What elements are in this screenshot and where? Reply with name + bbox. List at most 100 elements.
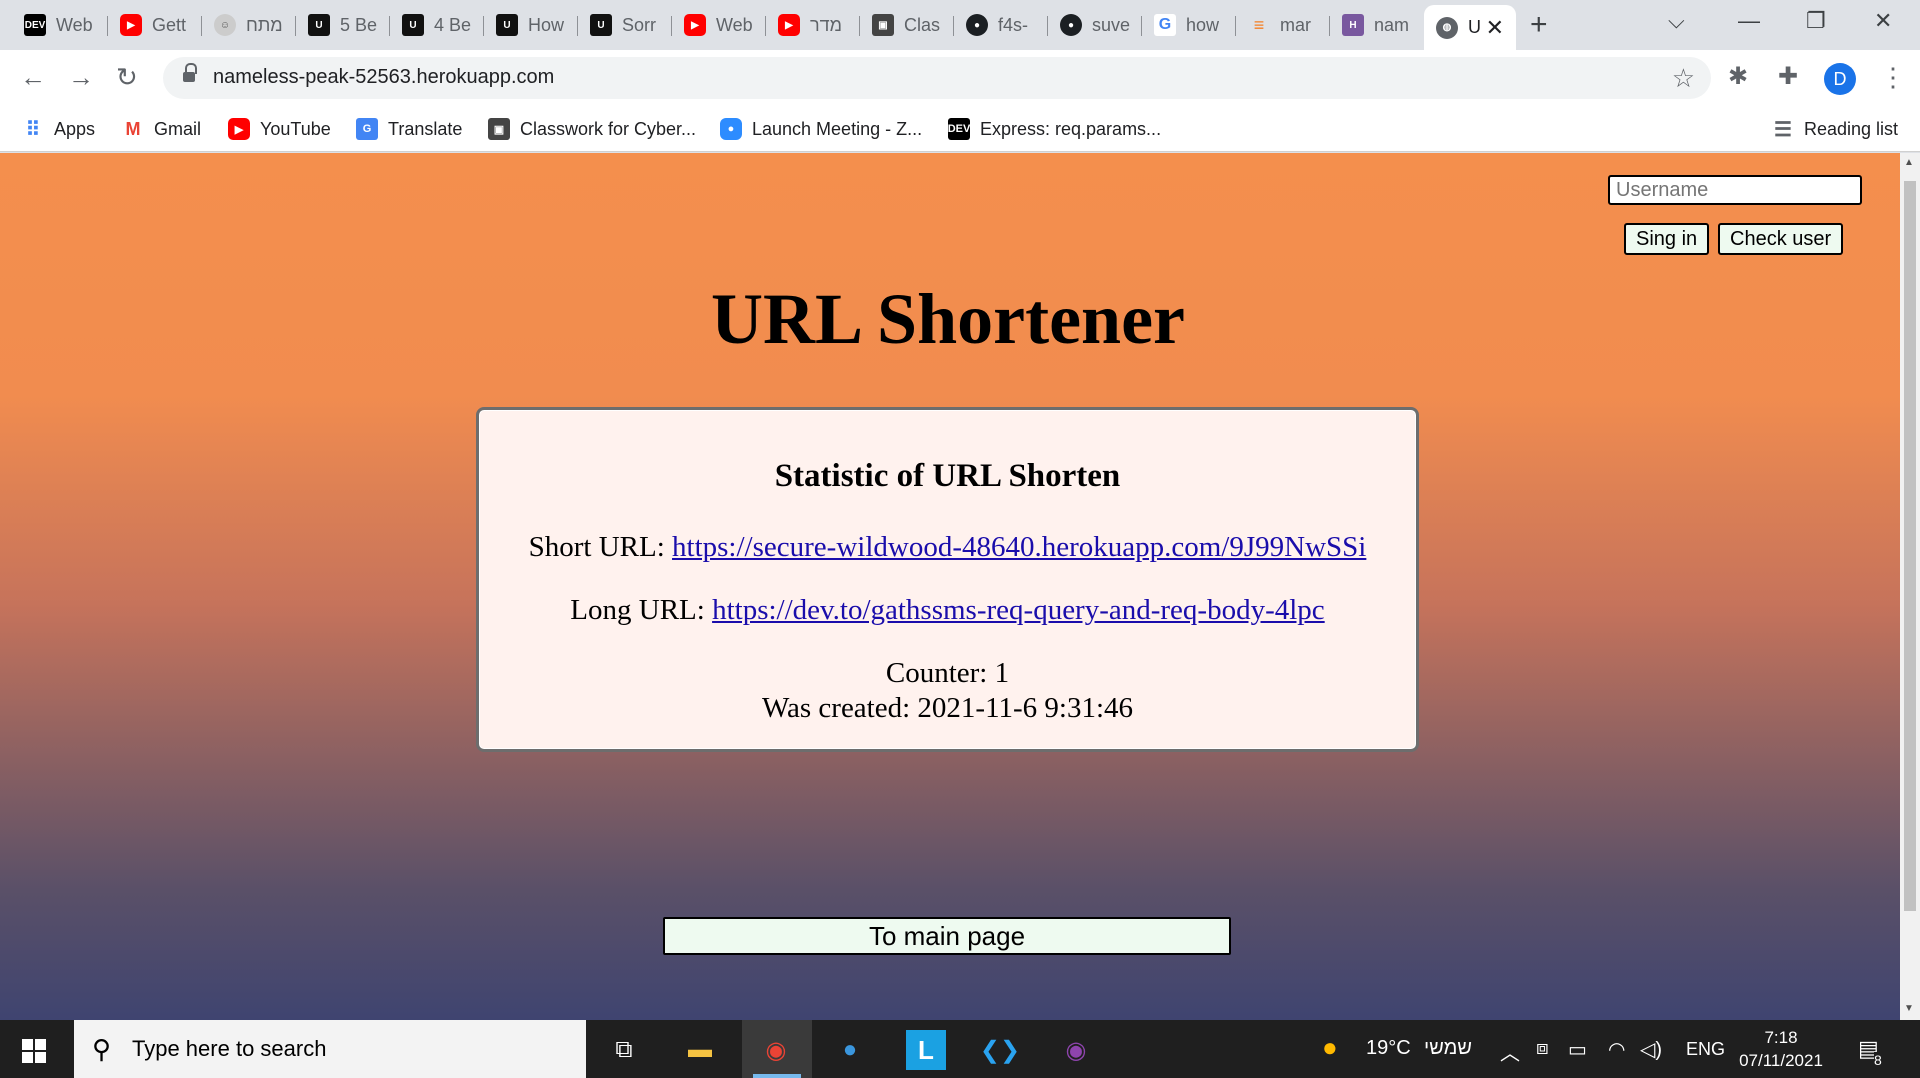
close-tab-icon[interactable]: ✕ — [1486, 15, 1504, 41]
tab-udemy-1[interactable]: U 5 Be — [296, 8, 390, 42]
back-icon[interactable]: ← — [20, 62, 46, 92]
globe-icon: ◍ — [1436, 16, 1458, 39]
tray-chevron-icon[interactable]: ︿ — [1500, 1037, 1520, 1066]
page-scrollbar[interactable]: ▲ ▼ — [1900, 153, 1920, 1020]
weather-sun-icon[interactable]: ● — [1322, 1032, 1338, 1063]
tab-google[interactable]: G how — [1142, 8, 1236, 42]
profile-avatar[interactable]: D — [1824, 63, 1856, 95]
tab-youtube-2[interactable]: ▶ Web — [672, 8, 766, 42]
heroku-icon: H — [1342, 14, 1364, 36]
long-url-link[interactable]: https://dev.to/gathssms-req-query-and-re… — [712, 594, 1325, 626]
tab-title: 4 Be — [434, 14, 472, 35]
forward-icon[interactable]: → — [68, 62, 94, 92]
new-tab-icon[interactable]: + — [1530, 10, 1548, 40]
tab-title: מתח — [246, 14, 283, 35]
tab-title: nam — [1374, 14, 1410, 35]
statistics-heading: Statistic of URL Shorten — [774, 458, 1121, 494]
volume-icon[interactable]: ◁) — [1640, 1037, 1662, 1062]
tab-stackoverflow[interactable]: ≡ mar — [1236, 8, 1330, 42]
file-explorer-icon[interactable]: ▬ — [680, 1030, 720, 1070]
sign-in-button[interactable]: Sing in — [1624, 223, 1710, 255]
tab-udemy-4[interactable]: U Sorr — [578, 8, 672, 42]
tab-title: Clas — [904, 14, 941, 35]
meet-icon[interactable]: ⧈ — [1536, 1037, 1549, 1060]
tab-github-2[interactable]: ● suve — [1048, 8, 1142, 42]
tab-title: מדר — [810, 14, 842, 35]
reading-list-icon: ☰ — [1774, 118, 1792, 141]
counter-label: Counter: — [885, 657, 988, 689]
udemy-icon: U — [496, 14, 518, 36]
tab-heroku[interactable]: H nam — [1330, 8, 1424, 42]
tab-dev-web[interactable]: DEV Web — [12, 8, 108, 42]
tab-search-icon[interactable]: ⌵ — [1668, 8, 1685, 34]
tab-title: How — [528, 14, 565, 35]
taskbar-clock[interactable]: 7:18 07/11/2021 — [1736, 1026, 1826, 1072]
address-bar[interactable]: nameless-peak-52563.herokuapp.com ☆ — [163, 57, 1711, 99]
bookmark-youtube[interactable]: ▶ YouTube — [228, 114, 331, 144]
username-input[interactable] — [1608, 175, 1862, 205]
udemy-icon: U — [308, 14, 330, 36]
windows-start-icon[interactable] — [22, 1039, 46, 1063]
zoom-icon: ● — [720, 118, 742, 140]
scroll-up-icon[interactable]: ▲ — [1904, 157, 1914, 168]
menu-kebab-icon[interactable]: ⋮ — [1880, 62, 1906, 93]
task-view-icon[interactable]: ⧉ — [604, 1030, 644, 1070]
tab-youtube-3[interactable]: ▶ מדר — [766, 8, 860, 42]
bookmark-star-icon[interactable]: ☆ — [1672, 63, 1695, 94]
weather-temperature[interactable]: 19°C — [1366, 1037, 1411, 1060]
scroll-down-icon[interactable]: ▼ — [1904, 1003, 1914, 1014]
bookmark-label: Apps — [54, 118, 96, 139]
bookmark-label: YouTube — [260, 118, 331, 139]
chrome-active-indicator — [753, 1074, 801, 1078]
reading-list-label: Reading list — [1804, 118, 1899, 139]
chrome-icon[interactable]: ◉ — [756, 1030, 796, 1070]
extensions-puzzle-icon[interactable]: ✚ — [1778, 62, 1798, 91]
dev-icon: DEV — [24, 14, 46, 36]
tab-url-shortener-active[interactable]: ◍ U ✕ — [1424, 5, 1516, 50]
battery-icon[interactable]: ▭ — [1568, 1037, 1587, 1062]
tab-youtube-1[interactable]: ▶ Gett — [108, 8, 202, 42]
vscode-icon[interactable]: ❮❯ — [980, 1030, 1020, 1070]
tab-classroom[interactable]: ▣ Clas — [860, 8, 954, 42]
reload-icon[interactable]: ↻ — [116, 62, 138, 92]
url-text[interactable]: nameless-peak-52563.herokuapp.com — [213, 66, 554, 89]
window-close-icon[interactable]: ✕ — [1874, 8, 1892, 34]
short-url-row: Short URL: https://secure-wildwood-48640… — [479, 531, 1416, 564]
bookmark-express[interactable]: DEV Express: req.params... — [948, 114, 1161, 144]
to-main-page-button[interactable]: To main page — [663, 917, 1231, 955]
lightbulb-app-icon[interactable]: ● — [830, 1030, 870, 1070]
wifi-icon[interactable]: ◠ — [1608, 1037, 1625, 1062]
created-label: Was created: — [761, 692, 911, 724]
tab-face[interactable]: ☺ מתח — [202, 8, 296, 42]
bookmark-gmail[interactable]: M Gmail — [122, 114, 202, 144]
notification-count-badge: 8 — [1874, 1052, 1882, 1068]
tab-udemy-2[interactable]: U 4 Be — [390, 8, 484, 42]
bookmark-classwork[interactable]: ▣ Classwork for Cyber... — [488, 114, 696, 144]
l-app-icon[interactable]: L — [906, 1030, 946, 1070]
scrollbar-thumb[interactable] — [1904, 181, 1916, 911]
tab-title: suve — [1092, 14, 1131, 35]
bookmark-label: Express: req.params... — [980, 118, 1162, 139]
tab-udemy-3[interactable]: U How — [484, 8, 578, 42]
tab-title: Web — [56, 14, 93, 35]
taskbar-search-box[interactable]: ⚲ Type here to search — [74, 1020, 586, 1078]
bookmark-translate[interactable]: G Translate — [356, 114, 462, 144]
short-url-link[interactable]: https://secure-wildwood-48640.herokuapp.… — [672, 531, 1366, 563]
minimize-icon[interactable]: — — [1738, 8, 1760, 34]
extension-bug-icon[interactable]: ✱ — [1728, 62, 1748, 91]
udemy-icon: U — [590, 14, 612, 36]
reading-list[interactable]: ☰ Reading list — [1772, 114, 1898, 144]
lock-icon — [183, 63, 197, 83]
language-indicator[interactable]: ENG — [1686, 1039, 1725, 1060]
translate-icon: G — [356, 118, 378, 140]
github-desktop-icon[interactable]: ◉ — [1056, 1030, 1096, 1070]
bookmark-zoom[interactable]: ● Launch Meeting - Z... — [720, 114, 922, 144]
weather-condition[interactable]: שמשי — [1424, 1037, 1472, 1060]
bookmark-apps[interactable]: ⠿ Apps — [22, 114, 95, 144]
github-icon: ● — [966, 14, 988, 36]
counter-row: Counter: 1 — [479, 657, 1416, 690]
check-user-button[interactable]: Check user — [1718, 223, 1844, 255]
tab-title: Gett — [152, 14, 187, 35]
tab-github-1[interactable]: ● f4s- — [954, 8, 1048, 42]
restore-icon[interactable]: ❐ — [1806, 8, 1826, 34]
